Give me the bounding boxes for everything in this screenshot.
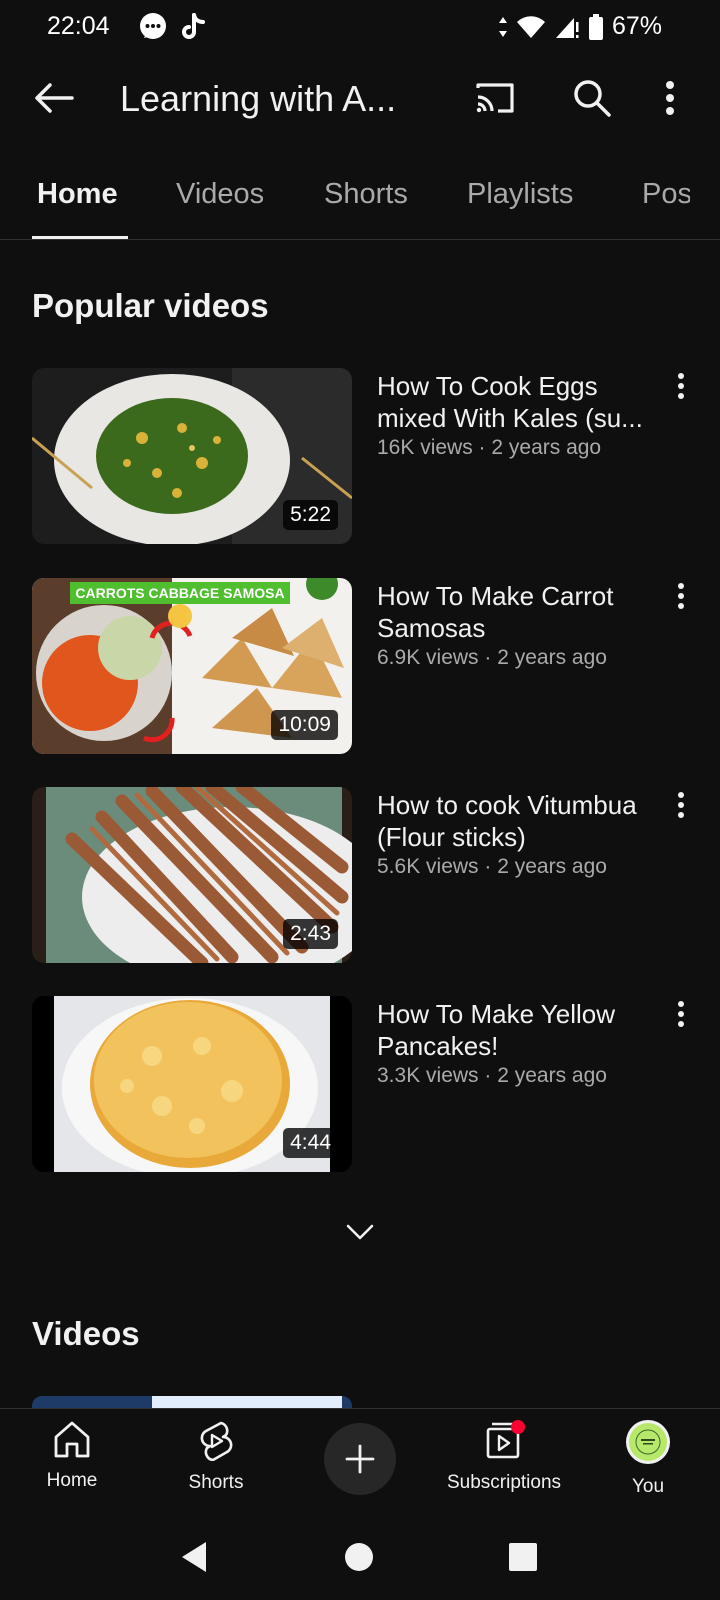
nav-you-label: You	[631, 1476, 665, 1497]
search-icon[interactable]	[572, 78, 612, 118]
video-item[interactable]: CARROTS CABBAGE SAMOSA 10:09 How To Make…	[32, 578, 688, 754]
system-recents-icon[interactable]	[508, 1542, 538, 1572]
section-title-popular: Popular videos	[32, 287, 269, 324]
system-home-icon[interactable]	[344, 1542, 374, 1572]
video-title[interactable]: How To Make Yellow Pancakes!	[377, 998, 667, 1062]
video-meta: 3.3K views · 2 years ago	[377, 1064, 607, 1087]
nav-shorts-label: Shorts	[188, 1472, 244, 1493]
status-system-icons: 67%	[498, 12, 662, 41]
system-back-icon[interactable]	[178, 1540, 210, 1574]
tab-shorts[interactable]: Shorts	[324, 178, 408, 211]
video-thumbnail[interactable]: 4:44	[32, 996, 352, 1172]
video-item[interactable]: 4:44 How To Make Yellow Pancakes! 3.3K v…	[32, 996, 688, 1172]
data-arrows-icon	[498, 16, 507, 37]
battery-icon	[588, 13, 603, 40]
home-icon	[54, 1421, 90, 1458]
cast-icon[interactable]	[474, 80, 516, 116]
bottom-navigation: Home Shorts Subscriptions You	[0, 1408, 720, 1508]
channel-tabs: Home Videos Shorts Playlists Pos	[0, 160, 720, 240]
video-duration: 5:22	[283, 500, 338, 530]
shorts-icon	[200, 1421, 233, 1462]
video-duration: 2:43	[283, 919, 338, 949]
video-title[interactable]: How to cook Vitumbua (Flour sticks)	[377, 789, 667, 853]
channel-title: Learning with A...	[120, 78, 397, 119]
nav-shorts[interactable]: Shorts	[146, 1419, 286, 1494]
video-thumbnail[interactable]: 2:43	[32, 787, 352, 963]
back-arrow-icon[interactable]	[32, 80, 76, 116]
video-thumbnail-partial[interactable]	[32, 1396, 352, 1408]
video-more-options-icon[interactable]	[676, 582, 686, 612]
video-item[interactable]: 2:43 How to cook Vitumbua (Flour sticks)…	[32, 787, 688, 963]
status-time: 22:04	[47, 12, 110, 40]
tab-videos[interactable]: Videos	[176, 178, 264, 211]
chevron-down-icon[interactable]	[344, 1222, 376, 1242]
nav-home[interactable]: Home	[2, 1419, 142, 1492]
tab-playlists[interactable]: Playlists	[467, 178, 573, 211]
tab-posts[interactable]: Pos	[642, 178, 690, 211]
section-title-videos: Videos	[32, 1315, 140, 1352]
wifi-icon	[516, 15, 545, 38]
create-button[interactable]	[324, 1423, 396, 1495]
active-tab-indicator	[32, 236, 128, 239]
system-navigation-bar	[0, 1508, 720, 1600]
nav-subscriptions[interactable]: Subscriptions	[434, 1419, 574, 1494]
video-thumbnail[interactable]: CARROTS CABBAGE SAMOSA 10:09	[32, 578, 352, 754]
video-title[interactable]: How To Cook Eggs mixed With Kales (su...	[377, 370, 667, 434]
video-more-options-icon[interactable]	[676, 1000, 686, 1030]
avatar	[626, 1420, 670, 1464]
subscriptions-icon	[486, 1420, 525, 1459]
thumbnail-overlay-text: CARROTS CABBAGE SAMOSA	[75, 585, 284, 601]
video-item[interactable]: 5:22 How To Cook Eggs mixed With Kales (…	[32, 368, 688, 544]
video-meta: 5.6K views · 2 years ago	[377, 855, 607, 878]
status-notification-icons	[138, 12, 206, 42]
video-title[interactable]: How To Make Carrot Samosas	[377, 580, 667, 644]
video-more-options-icon[interactable]	[676, 791, 686, 821]
video-meta: 6.9K views · 2 years ago	[377, 646, 607, 669]
nav-you[interactable]: You	[578, 1419, 718, 1498]
video-thumbnail[interactable]: 5:22	[32, 368, 352, 544]
video-more-options-icon[interactable]	[676, 372, 686, 402]
tab-home[interactable]: Home	[37, 178, 118, 211]
tiktok-notification-icon	[182, 13, 205, 39]
chat-notification-icon	[140, 13, 166, 39]
status-bar: 22:04 67%	[0, 0, 720, 56]
video-duration: 10:09	[271, 710, 338, 740]
more-options-icon[interactable]	[664, 80, 676, 116]
nav-subscriptions-label: Subscriptions	[446, 1472, 562, 1493]
video-duration: 4:44	[283, 1128, 338, 1158]
nav-home-label: Home	[46, 1470, 98, 1491]
notification-dot-icon	[511, 1420, 525, 1434]
cell-signal-icon	[555, 17, 579, 38]
video-meta: 16K views · 2 years ago	[377, 436, 602, 459]
plus-icon	[345, 1444, 375, 1474]
app-bar: Learning with A...	[0, 62, 720, 138]
battery-percentage: 67%	[611, 12, 662, 40]
